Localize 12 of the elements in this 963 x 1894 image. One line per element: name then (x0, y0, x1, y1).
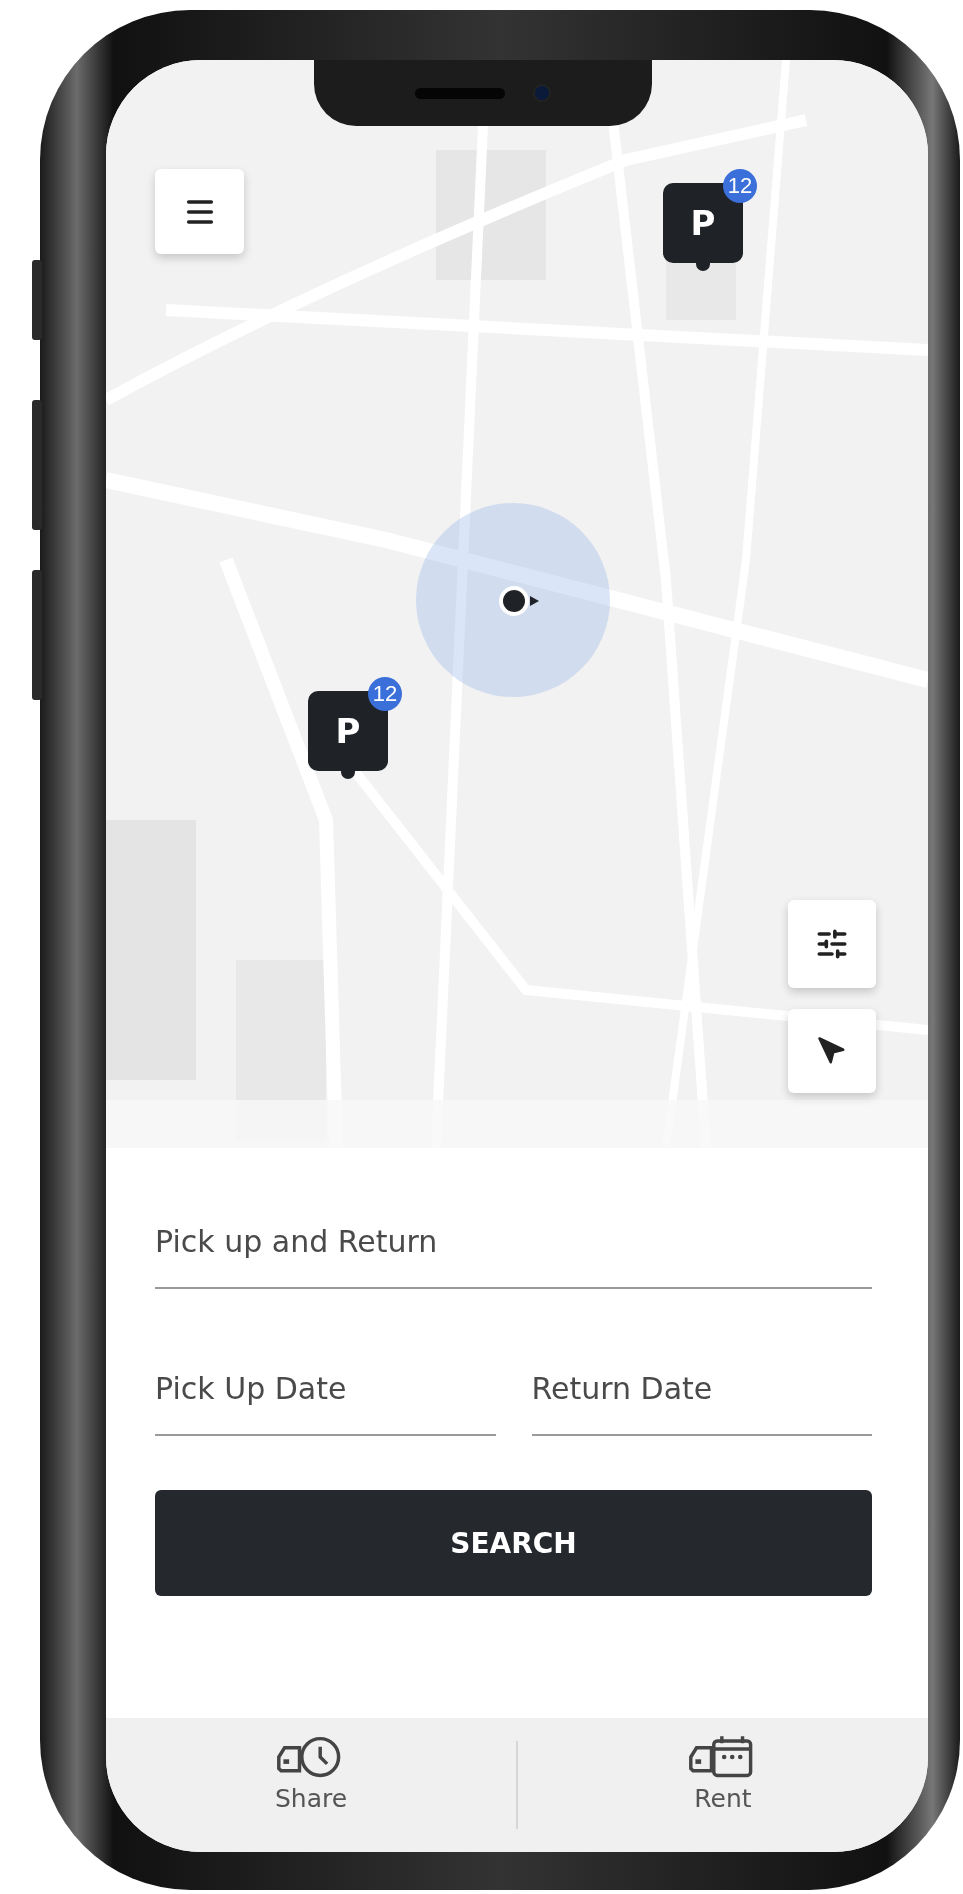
locate-button[interactable] (788, 1009, 876, 1093)
sliders-icon (815, 927, 849, 961)
location-field[interactable]: Pick up and Return (155, 1198, 872, 1289)
nav-tab[interactable]: Share (106, 1723, 516, 1847)
menu-button[interactable] (155, 169, 244, 254)
filter-button[interactable] (788, 900, 876, 988)
search-button[interactable]: SEARCH (155, 1490, 872, 1596)
date-field[interactable]: Return Date (531, 1345, 872, 1436)
date-field[interactable]: Pick Up Date (155, 1345, 496, 1436)
user-location-icon (496, 583, 540, 619)
nav-tab[interactable]: Rent (518, 1723, 928, 1847)
navigation-arrow-icon (817, 1036, 847, 1066)
